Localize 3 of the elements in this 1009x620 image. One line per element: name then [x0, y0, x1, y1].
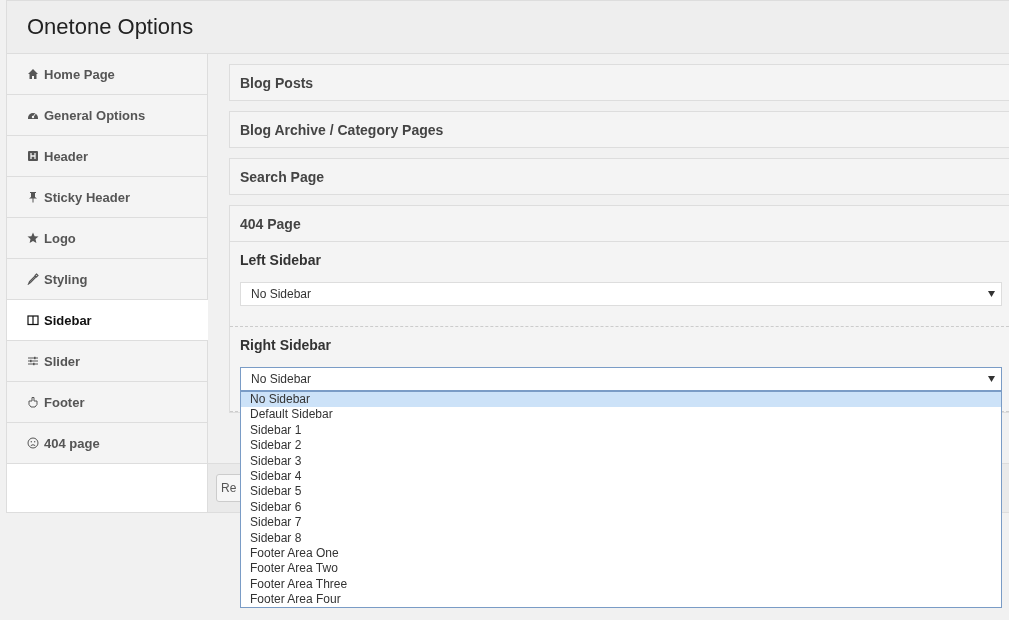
field-label: Right Sidebar	[240, 337, 332, 353]
window-title: Onetone Options	[27, 14, 194, 40]
field-label: Left Sidebar	[240, 252, 322, 268]
